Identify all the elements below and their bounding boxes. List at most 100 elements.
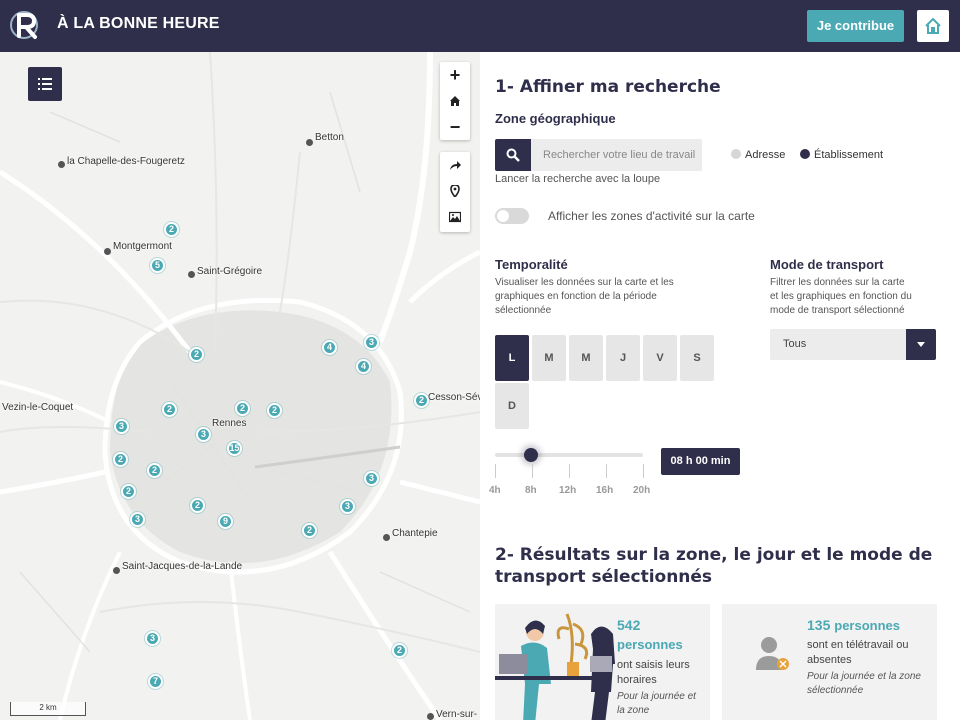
- map-cluster-marker[interactable]: 3: [196, 427, 211, 442]
- remote-count-unit: personnes: [834, 618, 900, 633]
- logo-icon[interactable]: [10, 8, 40, 42]
- map-dot: [306, 139, 313, 146]
- home-icon: [925, 17, 941, 34]
- map-cluster-marker[interactable]: 9: [218, 514, 233, 529]
- day-button-sunday[interactable]: D: [495, 383, 529, 429]
- transport-select-value: Tous: [783, 338, 807, 350]
- contribute-button[interactable]: Je contribue: [807, 10, 904, 42]
- entries-unit: personnes: [617, 637, 683, 652]
- slider-tick: [532, 464, 533, 478]
- map-label-chantepie: Chantepie: [392, 528, 438, 539]
- map-cluster-marker[interactable]: 3: [364, 471, 379, 486]
- slider-tick: [569, 464, 570, 478]
- legend-toggle-button[interactable]: [28, 67, 62, 101]
- transport-select[interactable]: Tous: [770, 329, 936, 360]
- map-cluster-marker[interactable]: 2: [392, 643, 407, 658]
- time-value-badge: 08 h 00 min: [661, 448, 740, 475]
- user-absent-icon: [756, 637, 789, 670]
- map-cluster-marker[interactable]: 2: [113, 452, 128, 467]
- day-button-monday[interactable]: L: [495, 335, 529, 381]
- day-button-friday[interactable]: V: [643, 335, 677, 381]
- map-tools: [440, 152, 470, 232]
- map-cluster-marker[interactable]: 2: [164, 222, 179, 237]
- day-button-tuesday[interactable]: M: [532, 335, 566, 381]
- zoom-out-button[interactable]: −: [440, 114, 470, 140]
- time-slider-handle[interactable]: [524, 448, 538, 462]
- day-button-wednesday[interactable]: M: [569, 335, 603, 381]
- map-cluster-marker[interactable]: 2: [162, 402, 177, 417]
- section2-title: 2- Résultats sur la zone, le jour et le …: [495, 544, 932, 588]
- map-cluster-marker[interactable]: 2: [189, 347, 204, 362]
- map-cluster-marker[interactable]: 3: [130, 512, 145, 527]
- slider-tick-label: 16h: [596, 485, 614, 496]
- search-button[interactable]: [495, 139, 531, 171]
- locate-button[interactable]: [440, 178, 470, 204]
- entries-note-line: la zone: [617, 705, 650, 716]
- map-dot: [383, 534, 390, 541]
- radio-address[interactable]: [731, 149, 741, 159]
- slider-tick: [643, 464, 644, 478]
- home-button[interactable]: [917, 10, 949, 42]
- radio-address-label: Adresse: [745, 149, 786, 161]
- map-label-montgermont: Montgermont: [113, 241, 172, 252]
- map-cluster-marker[interactable]: 2: [235, 401, 250, 416]
- map-cluster-marker[interactable]: 2: [302, 523, 317, 538]
- map-cluster-marker[interactable]: 3: [364, 335, 379, 350]
- transport-desc-line: Filtrer les données sur la carte: [770, 277, 905, 288]
- map-label-la-chapelle: la Chapelle-des-Fougeretz: [67, 156, 185, 167]
- map-cluster-marker[interactable]: 4: [322, 340, 337, 355]
- map-cluster-marker[interactable]: 2: [414, 393, 429, 408]
- map-base: [0, 52, 480, 720]
- map-cluster-marker[interactable]: 4: [356, 359, 371, 374]
- zoom-in-button[interactable]: +: [440, 62, 470, 88]
- map-cluster-marker[interactable]: 15: [227, 441, 242, 456]
- chevron-down-icon[interactable]: [906, 329, 936, 360]
- share-button[interactable]: [440, 152, 470, 178]
- temporal-title: Temporalité: [495, 257, 568, 272]
- radio-establishment[interactable]: [800, 149, 810, 159]
- map-cluster-marker[interactable]: 2: [190, 498, 205, 513]
- map-cluster-marker[interactable]: 2: [121, 484, 136, 499]
- map-cluster-marker[interactable]: 7: [148, 674, 163, 689]
- temporal-desc: Visualiser les données sur la carte et l…: [495, 276, 674, 318]
- map-label-saint-gregoire: Saint-Grégoire: [197, 266, 263, 277]
- temporal-desc-line: sélectionnée: [495, 305, 552, 316]
- day-button-saturday[interactable]: S: [680, 335, 714, 381]
- map-cluster-marker[interactable]: 2: [267, 403, 282, 418]
- export-image-button[interactable]: [440, 204, 470, 230]
- toggle-label: Afficher les zones d'activité sur la car…: [548, 209, 755, 223]
- map-label-rennes: Rennes: [212, 418, 247, 429]
- time-slider-track[interactable]: [495, 453, 643, 457]
- slider-tick-label: 20h: [633, 485, 651, 496]
- home-icon: [450, 96, 460, 106]
- map-dot: [113, 567, 120, 574]
- map-cluster-marker[interactable]: 3: [114, 419, 129, 434]
- map-cluster-marker[interactable]: 3: [145, 631, 160, 646]
- search-input[interactable]: [531, 139, 702, 171]
- remote-count: 135 personnes: [807, 617, 900, 633]
- slider-tick: [495, 464, 496, 478]
- section2-title-line: transport sélectionnés: [495, 567, 713, 587]
- remote-count-number: 135: [807, 617, 831, 633]
- zoom-control: + −: [440, 62, 470, 140]
- activity-zones-toggle[interactable]: [495, 208, 529, 224]
- zoom-home-button[interactable]: [440, 88, 470, 114]
- remote-note-line: sélectionnée: [807, 685, 864, 696]
- map-cluster-marker[interactable]: 3: [340, 499, 355, 514]
- entries-note: Pour la journée et la zone: [617, 690, 696, 718]
- slider-tick-label: 12h: [559, 485, 577, 496]
- section2-title-line: 2- Résultats sur la zone, le jour et le …: [495, 545, 933, 565]
- day-button-thursday[interactable]: J: [606, 335, 640, 381]
- remote-note: Pour la journée et la zone sélectionnée: [807, 670, 921, 698]
- filter-panel: 1- Affiner ma recherche Zone géographiqu…: [480, 52, 960, 720]
- map-view[interactable]: Betton la Chapelle-des-Fougeretz Montger…: [0, 52, 480, 720]
- map-dot: [58, 161, 65, 168]
- entries-text-line: horaires: [617, 674, 657, 686]
- entries-text: ont saisis leurs horaires: [617, 658, 690, 688]
- top-bar: À LA BONNE HEURE Je contribue: [0, 0, 960, 52]
- remote-text-line: absentes: [807, 654, 852, 666]
- entries-note-line: Pour la journée et: [617, 691, 696, 702]
- radio-establishment-label: Établissement: [814, 149, 884, 161]
- map-cluster-marker[interactable]: 2: [147, 463, 162, 478]
- map-cluster-marker[interactable]: 5: [150, 258, 165, 273]
